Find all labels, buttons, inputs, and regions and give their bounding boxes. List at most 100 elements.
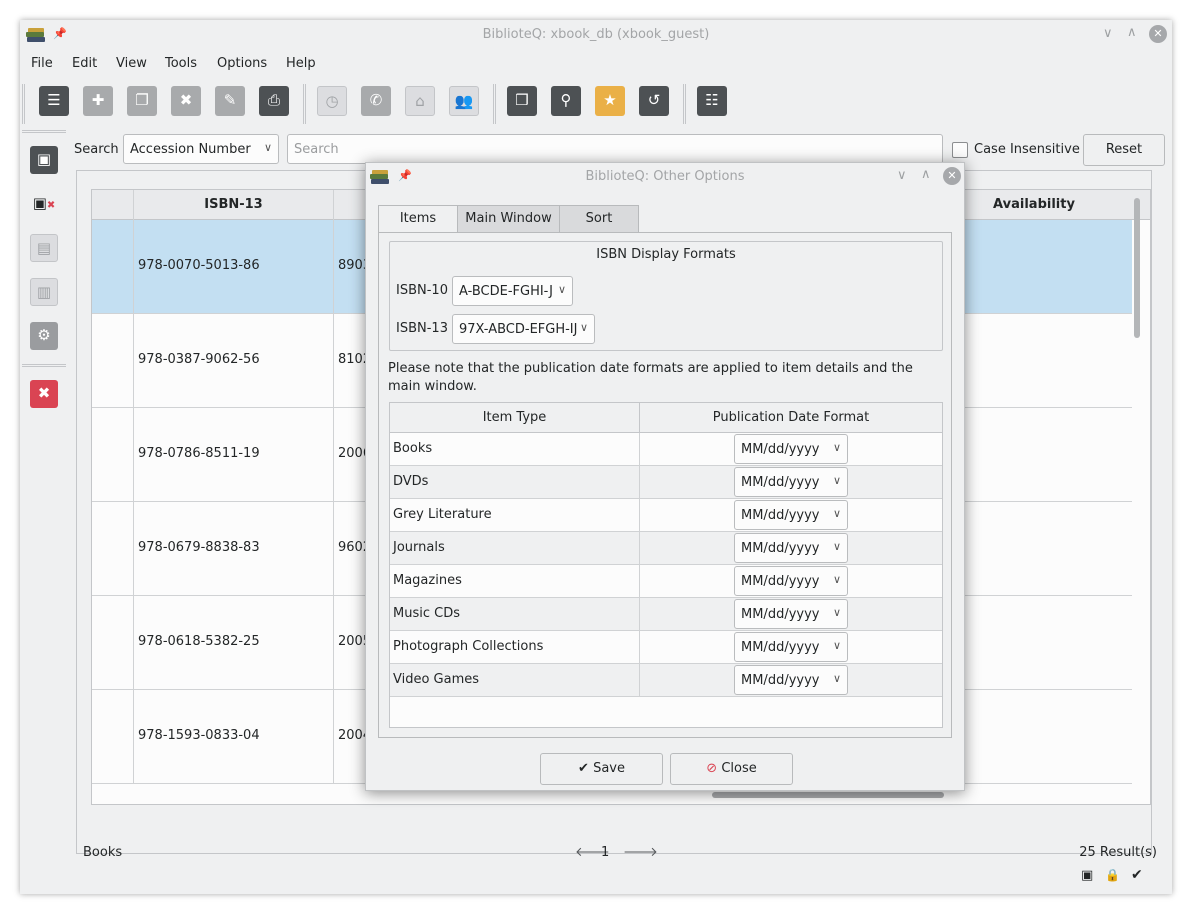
exit-icon: ✖ — [37, 384, 51, 402]
date-format-select[interactable]: MM/dd/yyyy ∨ — [734, 665, 848, 695]
date-format-select[interactable]: MM/dd/yyyy ∨ — [734, 566, 848, 596]
tab-sort[interactable]: Sort — [559, 205, 639, 233]
minimize-icon[interactable]: ∨ — [897, 168, 907, 183]
check-icon: ✔ — [578, 761, 589, 776]
maximize-icon[interactable]: ∧ — [1127, 25, 1137, 40]
row-header[interactable] — [92, 502, 134, 596]
printer-icon: ⎙ — [267, 91, 280, 109]
row-header-corner — [92, 190, 134, 220]
members-button[interactable]: 👥 — [449, 86, 479, 116]
isbn10-format-select[interactable]: A-BCDE-FGHI-J ∨ — [452, 276, 573, 306]
item-type-cell: Photograph Collections — [393, 639, 544, 654]
minimize-icon[interactable]: ∨ — [1103, 26, 1113, 41]
details-button[interactable]: ☰ — [39, 86, 69, 116]
settings-button[interactable]: ⚙ — [30, 322, 58, 350]
table-row: Photograph Collections MM/dd/yyyy ∨ — [390, 631, 942, 664]
item-type-cell: Video Games — [393, 672, 480, 687]
add-button[interactable]: ✚ — [83, 86, 113, 116]
date-format-select[interactable]: MM/dd/yyyy ∨ — [734, 632, 848, 662]
close-dialog-icon[interactable]: ✕ — [943, 167, 961, 185]
column-header-isbn13[interactable]: ISBN-13 — [134, 190, 334, 220]
dialog-titlebar[interactable]: 📌 BiblioteQ: Other Options ∨ ∧ ✕ — [366, 163, 964, 191]
column-header-availability[interactable]: Availability — [962, 190, 1106, 220]
refresh-button[interactable]: ↺ — [639, 86, 669, 116]
date-format-select[interactable]: MM/dd/yyyy ∨ — [734, 599, 848, 629]
contact-button[interactable]: ✆ — [361, 86, 391, 116]
reset-button[interactable]: Reset — [1083, 134, 1165, 166]
reservation-history-button[interactable]: ◷ — [317, 86, 347, 116]
save-button[interactable]: ✔ Save — [540, 753, 663, 785]
row-header[interactable] — [92, 690, 134, 784]
isbn13-cell[interactable]: 978-0387-9062-56 — [134, 314, 334, 408]
isbn13-cell[interactable]: 978-1593-0833-04 — [134, 690, 334, 784]
menu-edit[interactable]: Edit — [72, 56, 97, 71]
isbn13-format-select[interactable]: 97X-ABCD-EFGH-IJ ∨ — [452, 314, 595, 344]
tab-items[interactable]: Items — [378, 205, 458, 234]
date-format-select[interactable]: MM/dd/yyyy ∨ — [734, 467, 848, 497]
close-button[interactable]: ⊘ Close — [670, 753, 793, 785]
main-titlebar[interactable]: 📌 BiblioteQ: xbook_db (xbook_guest) ∨ ∧ … — [20, 20, 1172, 50]
database-button[interactable]: ▤ — [30, 234, 58, 262]
row-header[interactable] — [92, 220, 134, 314]
chevron-down-icon: ∨ — [832, 672, 841, 685]
vertical-scrollbar[interactable] — [1134, 198, 1140, 338]
menu-help[interactable]: Help — [286, 56, 316, 71]
case-insensitive-checkbox[interactable] — [952, 142, 968, 158]
maximize-icon[interactable]: ∧ — [921, 167, 931, 182]
tab-main-window[interactable]: Main Window — [457, 205, 560, 233]
date-format-select[interactable]: MM/dd/yyyy ∨ — [734, 533, 848, 563]
disconnect-button[interactable]: ▣✖ — [30, 190, 58, 218]
isbn13-cell[interactable]: 978-0618-5382-25 — [134, 596, 334, 690]
users-icon: 👥 — [454, 92, 474, 110]
table-row: Magazines MM/dd/yyyy ∨ — [390, 565, 942, 598]
delete-button[interactable]: ✖ — [171, 86, 201, 116]
search-input[interactable] — [288, 135, 942, 163]
horizontal-scrollbar[interactable] — [712, 792, 944, 798]
search-button[interactable]: ⚲ — [551, 86, 581, 116]
page-number[interactable]: 1 — [601, 845, 609, 860]
chevron-down-icon: ∨ — [832, 507, 841, 520]
menu-view[interactable]: View — [116, 56, 147, 71]
column-header-item-type[interactable]: Item Type — [390, 403, 640, 433]
isbn10-format-value: A-BCDE-FGHI-J — [459, 284, 553, 299]
menu-options[interactable]: Options — [217, 56, 267, 71]
isbn-group-title: ISBN Display Formats — [596, 247, 736, 262]
item-type-label: Books — [83, 845, 123, 860]
isbn13-cell[interactable]: 978-0070-5013-86 — [134, 220, 334, 314]
date-format-select[interactable]: MM/dd/yyyy ∨ — [734, 434, 848, 464]
search-field-select[interactable]: Accession Number ∨ — [123, 134, 279, 164]
row-header[interactable] — [92, 408, 134, 502]
date-format-select[interactable]: MM/dd/yyyy ∨ — [734, 500, 848, 530]
favorites-button[interactable]: ★ — [595, 86, 625, 116]
close-window-icon[interactable]: ✕ — [1149, 25, 1167, 43]
delete-icon: ✖ — [179, 91, 193, 109]
row-header[interactable] — [92, 596, 134, 690]
columns-button[interactable]: ☷ — [697, 86, 727, 116]
check-icon: ✔ — [1131, 867, 1143, 883]
isbn13-cell[interactable]: 978-0679-8838-83 — [134, 502, 334, 596]
home-button[interactable]: ⌂ — [405, 86, 435, 116]
column-header-publication-date-format[interactable]: Publication Date Format — [640, 403, 942, 433]
status-bar: ▣ 🔒 ✔ — [20, 866, 1172, 890]
print-button[interactable]: ⎙ — [259, 86, 289, 116]
exit-button[interactable]: ✖ — [30, 380, 58, 408]
publication-date-format-table: Item Type Publication Date Format Books … — [389, 402, 943, 728]
item-type-cell: Music CDs — [393, 606, 460, 621]
chevron-down-icon: ∨ — [832, 474, 841, 487]
duplicate-button[interactable]: ❐ — [127, 86, 157, 116]
modify-button[interactable]: ✎ — [215, 86, 245, 116]
home-icon: ⌂ — [415, 92, 425, 110]
id-card-icon: ▥ — [36, 283, 52, 301]
side-toolbar: ▣ ▣✖ ▤ ▥ ⚙ ✖ — [22, 130, 66, 430]
administrators-button[interactable]: ▥ — [30, 278, 58, 306]
search-input-field[interactable] — [287, 134, 943, 164]
disconnect-icon: ▣✖ — [32, 194, 56, 212]
next-page-icon[interactable]: 🡒 — [623, 844, 658, 860]
results-count: 25 Result(s) — [1079, 845, 1157, 860]
list-icon: ☰ — [47, 91, 61, 109]
windows-button[interactable]: ❒ — [507, 86, 537, 116]
isbn13-cell[interactable]: 978-0786-8511-19 — [134, 408, 334, 502]
menu-tools[interactable]: Tools — [165, 56, 197, 71]
row-header[interactable] — [92, 314, 134, 408]
menu-file[interactable]: File — [31, 56, 53, 71]
